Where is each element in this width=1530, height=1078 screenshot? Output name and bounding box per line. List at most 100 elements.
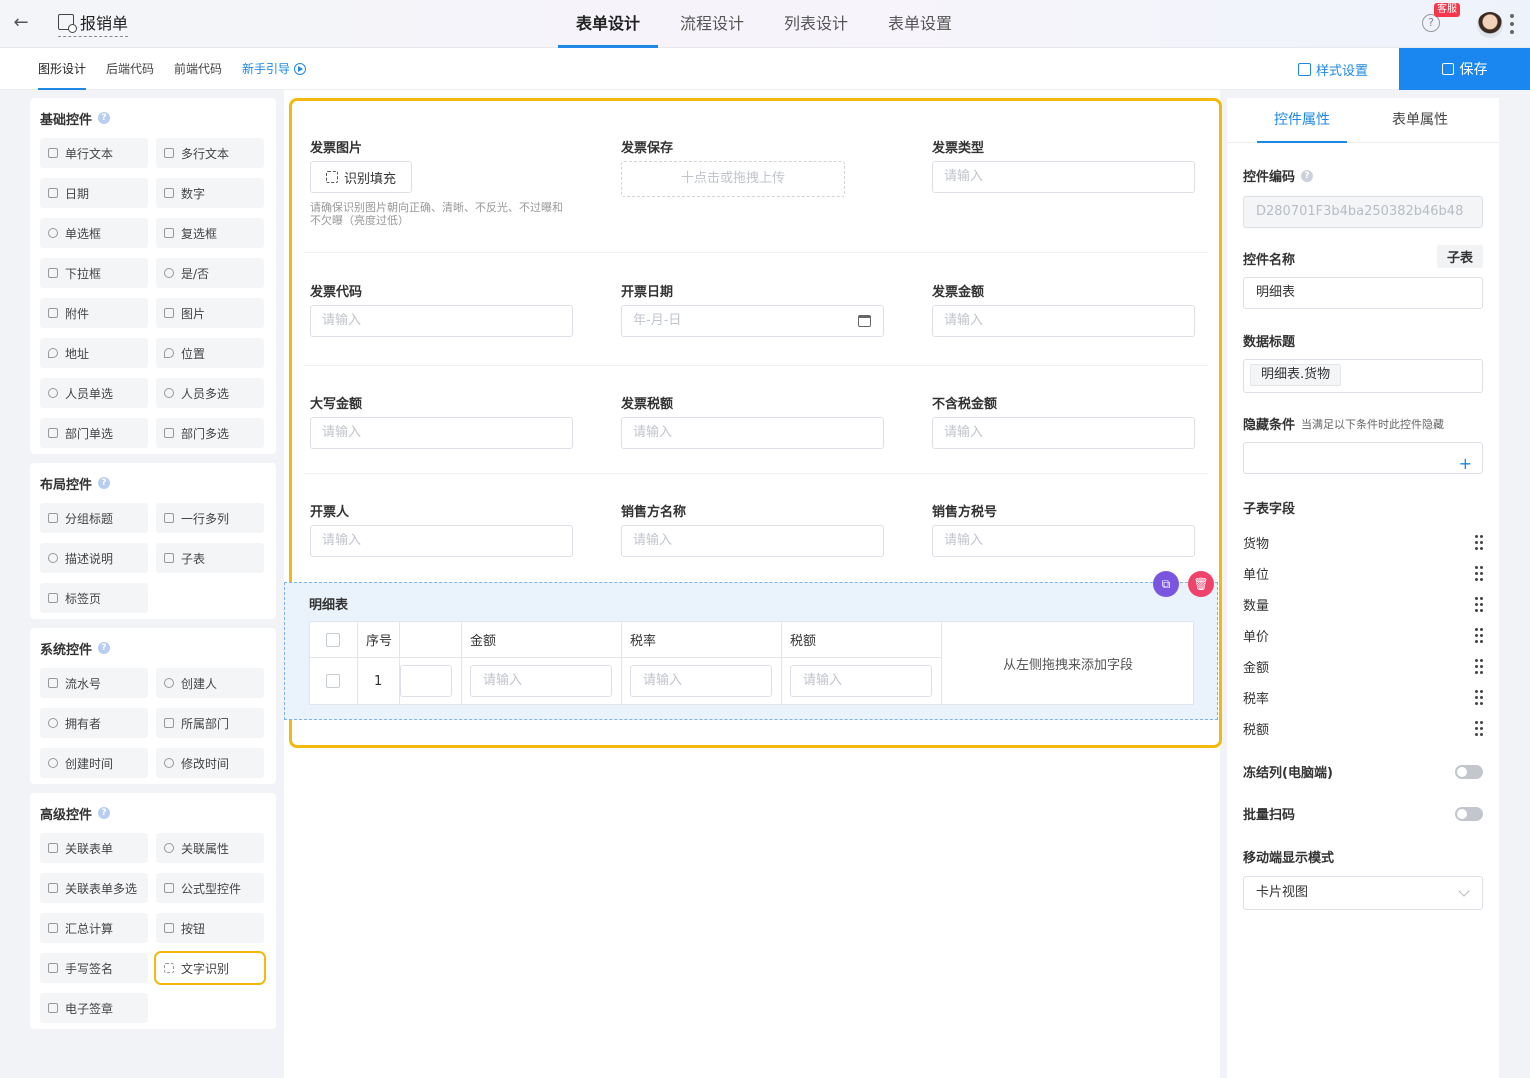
data-title-input[interactable]: 明细表.货物 bbox=[1243, 359, 1483, 393]
field-invoice-type[interactable]: 发票类型 请输入 bbox=[932, 137, 1195, 193]
sub-field-item[interactable]: 金额 bbox=[1243, 651, 1483, 682]
field-seller-tax-no[interactable]: 销售方税号 请输入 bbox=[932, 501, 1195, 557]
row-cell[interactable]: 请输入 bbox=[622, 658, 782, 704]
control-formula[interactable]: 公式型控件 bbox=[156, 873, 264, 903]
control-summary[interactable]: 汇总计算 bbox=[40, 913, 148, 943]
subtab-graphic-design[interactable]: 图形设计 bbox=[38, 48, 87, 90]
drag-handle-icon[interactable] bbox=[1475, 596, 1483, 613]
sub-field-item[interactable]: 数量 bbox=[1243, 589, 1483, 620]
invoice-type-input[interactable]: 请输入 bbox=[932, 161, 1195, 193]
form-title[interactable]: 报销单 bbox=[58, 11, 129, 37]
control-multi-line-text[interactable]: 多行文本 bbox=[156, 138, 264, 168]
field-invoice-code[interactable]: 发票代码 请输入 bbox=[310, 281, 573, 337]
detail-subtable[interactable]: 明细表 ⧉ 🗑 序号 金额 税率 税额 1 请输入 请输入 请输入 从左侧拖拽来… bbox=[284, 571, 1218, 720]
control-checkbox[interactable]: 复选框 bbox=[156, 218, 264, 248]
control-created-time[interactable]: 创建时间 bbox=[40, 748, 148, 778]
customer-service-badge[interactable]: 客服 bbox=[1434, 3, 1460, 17]
control-attachment[interactable]: 附件 bbox=[40, 298, 148, 328]
control-description[interactable]: 描述说明 bbox=[40, 543, 148, 573]
control-linked-form[interactable]: 关联表单 bbox=[40, 833, 148, 863]
invoice-amount-input[interactable]: 请输入 bbox=[932, 305, 1195, 337]
drag-handle-icon[interactable] bbox=[1475, 627, 1483, 644]
drag-handle-icon[interactable] bbox=[1475, 658, 1483, 675]
control-multi-column[interactable]: 一行多列 bbox=[156, 503, 264, 533]
control-date[interactable]: 日期 bbox=[40, 178, 148, 208]
field-seller-name[interactable]: 销售方名称 请输入 bbox=[621, 501, 884, 557]
control-linked-form-multi[interactable]: 关联表单多选 bbox=[40, 873, 148, 903]
sub-field-item[interactable]: 单价 bbox=[1243, 620, 1483, 651]
control-dept-single[interactable]: 部门单选 bbox=[40, 418, 148, 448]
control-owner[interactable]: 拥有者 bbox=[40, 708, 148, 738]
control-linked-attribute[interactable]: 关联属性 bbox=[156, 833, 264, 863]
question-icon[interactable]: ? bbox=[98, 807, 111, 819]
batch-scan-toggle[interactable] bbox=[1455, 806, 1483, 821]
question-icon[interactable]: ? bbox=[98, 477, 111, 489]
control-location[interactable]: 位置 bbox=[156, 338, 264, 368]
sub-field-item[interactable]: 税率 bbox=[1243, 682, 1483, 713]
control-serial-number[interactable]: 流水号 bbox=[40, 668, 148, 698]
header-select-all[interactable] bbox=[310, 622, 358, 657]
control-image[interactable]: 图片 bbox=[156, 298, 264, 328]
cell-input[interactable] bbox=[400, 665, 452, 697]
control-creator[interactable]: 创建人 bbox=[156, 668, 264, 698]
save-button[interactable]: 保存 bbox=[1399, 48, 1530, 90]
tab-form-settings[interactable]: 表单设置 bbox=[870, 0, 970, 48]
field-invoice-amount[interactable]: 发票金额 请输入 bbox=[932, 281, 1195, 337]
control-group-title[interactable]: 分组标题 bbox=[40, 503, 148, 533]
beginner-guide-link[interactable]: 新手引导 bbox=[242, 48, 307, 90]
row-cell[interactable]: 请输入 bbox=[462, 658, 622, 704]
avatar[interactable] bbox=[1477, 12, 1503, 38]
checkbox[interactable] bbox=[326, 674, 340, 688]
control-dept-multi[interactable]: 部门多选 bbox=[156, 418, 264, 448]
control-button[interactable]: 按钮 bbox=[156, 913, 264, 943]
field-issue-date[interactable]: 开票日期 年-月-日 bbox=[621, 281, 884, 337]
control-signature[interactable]: 手写签名 bbox=[40, 953, 148, 983]
control-ocr[interactable]: 文字识别 bbox=[154, 951, 266, 985]
delete-icon[interactable]: 🗑 bbox=[1188, 571, 1214, 597]
question-icon[interactable]: ? bbox=[98, 112, 111, 124]
question-icon[interactable]: ? bbox=[1301, 169, 1314, 182]
field-amount-upper[interactable]: 大写金额 请输入 bbox=[310, 393, 573, 449]
tab-form-design[interactable]: 表单设计 bbox=[558, 0, 658, 48]
amount-cell-input[interactable]: 请输入 bbox=[470, 665, 612, 697]
row-cell[interactable]: 请输入 bbox=[782, 658, 942, 704]
field-drawer[interactable]: 开票人 请输入 bbox=[310, 501, 573, 557]
drawer-input[interactable]: 请输入 bbox=[310, 525, 573, 557]
control-address[interactable]: 地址 bbox=[40, 338, 148, 368]
upload-area[interactable]: 十点击或拖拽上传 bbox=[621, 161, 845, 197]
freeze-column-toggle[interactable] bbox=[1455, 764, 1483, 779]
seller-tax-no-input[interactable]: 请输入 bbox=[932, 525, 1195, 557]
tab-list-design[interactable]: 列表设计 bbox=[766, 0, 866, 48]
tab-form-properties[interactable]: 表单属性 bbox=[1375, 98, 1465, 143]
field-amount-ex-tax[interactable]: 不含税金额 请输入 bbox=[932, 393, 1195, 449]
issue-date-input[interactable]: 年-月-日 bbox=[621, 305, 884, 337]
control-number[interactable]: 数字 bbox=[156, 178, 264, 208]
sub-field-item[interactable]: 货物 bbox=[1243, 527, 1483, 558]
invoice-tax-input[interactable]: 请输入 bbox=[621, 417, 884, 449]
control-modified-time[interactable]: 修改时间 bbox=[156, 748, 264, 778]
back-arrow-icon[interactable]: ← bbox=[10, 12, 32, 34]
tax-rate-cell-input[interactable]: 请输入 bbox=[630, 665, 772, 697]
ocr-fill-button[interactable]: 识别填充 bbox=[310, 161, 412, 193]
sub-field-item[interactable]: 税额 bbox=[1243, 713, 1483, 744]
control-user-multi[interactable]: 人员多选 bbox=[156, 378, 264, 408]
mobile-mode-select[interactable]: 卡片视图 bbox=[1243, 876, 1483, 910]
drag-handle-icon[interactable] bbox=[1475, 720, 1483, 737]
control-radio[interactable]: 单选框 bbox=[40, 218, 148, 248]
amount-upper-input[interactable]: 请输入 bbox=[310, 417, 573, 449]
subtab-backend-code[interactable]: 后端代码 bbox=[106, 48, 154, 90]
control-subtable[interactable]: 子表 bbox=[156, 543, 264, 573]
question-icon[interactable]: ? bbox=[98, 642, 111, 654]
tab-control-properties[interactable]: 控件属性 bbox=[1257, 98, 1347, 143]
tab-flow-design[interactable]: 流程设计 bbox=[662, 0, 762, 48]
control-user-single[interactable]: 人员单选 bbox=[40, 378, 148, 408]
control-yes-no[interactable]: 是/否 bbox=[156, 258, 264, 288]
control-name-input[interactable]: 明细表 bbox=[1243, 277, 1483, 309]
more-menu-icon[interactable] bbox=[1510, 14, 1514, 34]
tax-amount-cell-input[interactable]: 请输入 bbox=[790, 665, 932, 697]
field-drop-zone[interactable]: 从左侧拖拽来添加字段 bbox=[942, 622, 1194, 704]
control-single-line-text[interactable]: 单行文本 bbox=[40, 138, 148, 168]
control-dropdown[interactable]: 下拉框 bbox=[40, 258, 148, 288]
copy-icon[interactable]: ⧉ bbox=[1153, 571, 1179, 597]
field-invoice-image[interactable]: 发票图片 识别填充 请确保识别图片朝向正确、清晰、不反光、不过曝和不欠曝（亮度过… bbox=[310, 137, 573, 227]
